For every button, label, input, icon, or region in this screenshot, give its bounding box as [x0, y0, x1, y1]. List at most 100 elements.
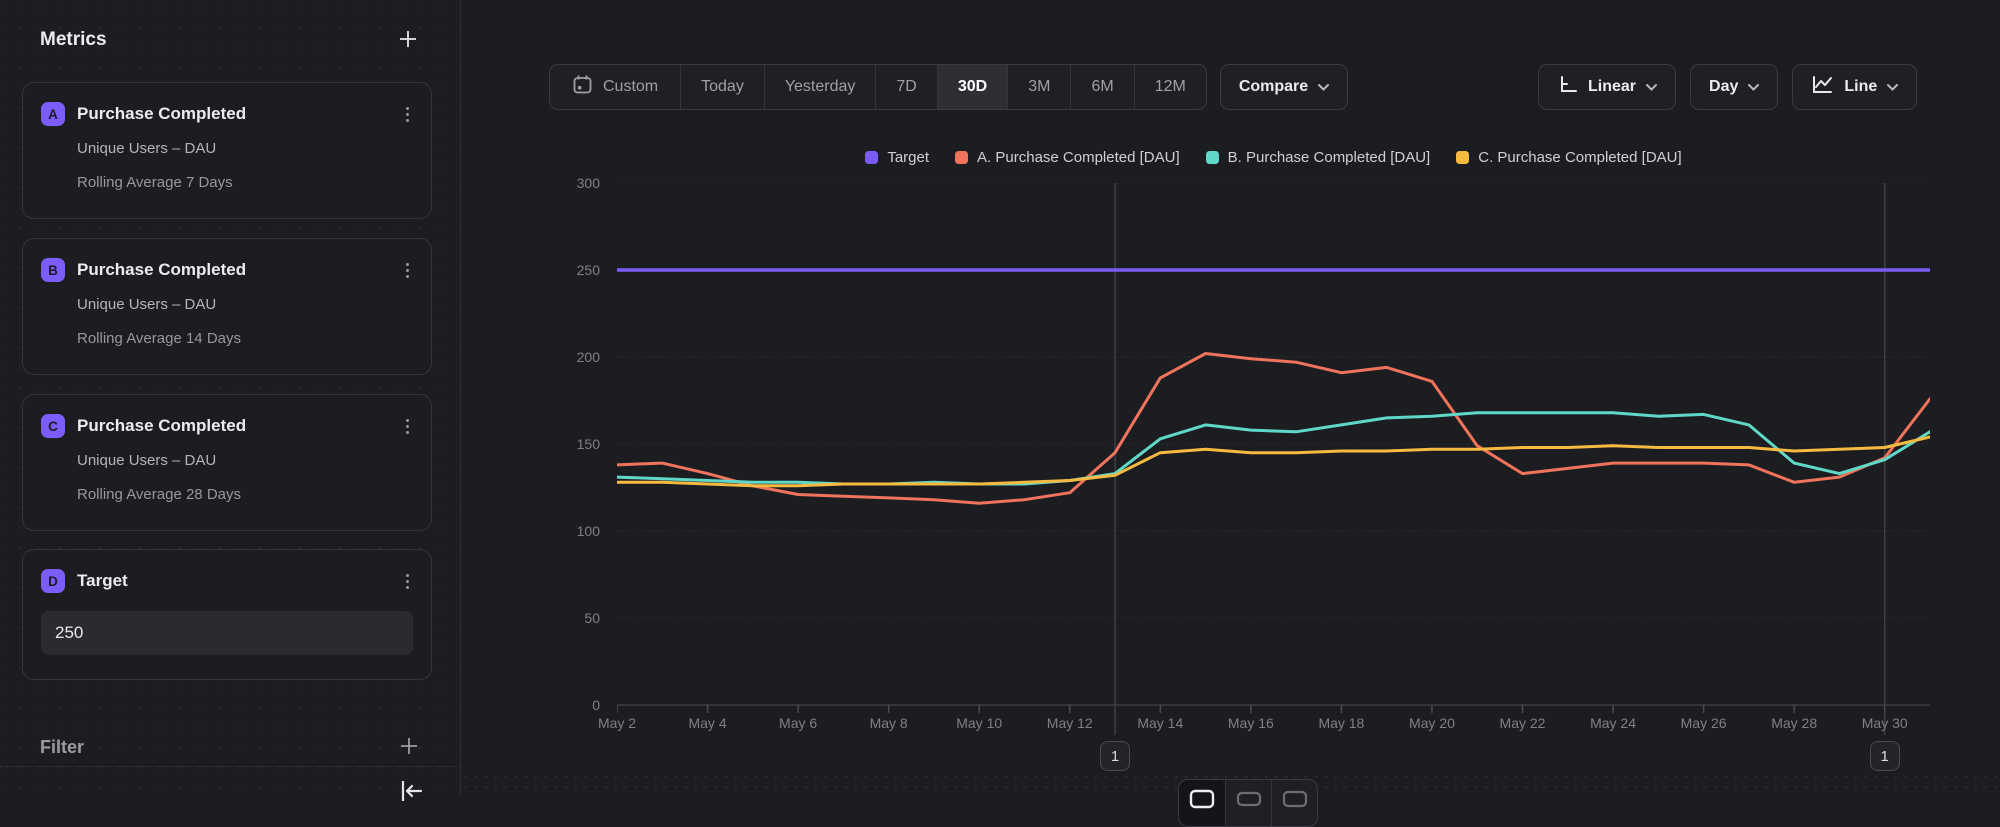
annotation-badge[interactable]: 1	[1100, 741, 1130, 771]
metric-card-rolling: Rolling Average 28 Days	[77, 486, 413, 503]
date-tab-today[interactable]: Today	[680, 65, 764, 109]
legend-item-1[interactable]: A. Purchase Completed [DAU]	[955, 146, 1180, 168]
chevron-down-icon	[1748, 78, 1759, 96]
chart-controls: Linear Day Line	[1538, 64, 1917, 110]
y-axis-label-200: 200	[530, 347, 600, 367]
metric-card-a[interactable]: APurchase CompletedUnique Users – DAURol…	[22, 82, 432, 219]
date-range-toolbar: Custom Today Yesterday 7D 30D 3M 6M 12M Compare	[549, 64, 1348, 110]
small-chart-icon	[1282, 789, 1308, 812]
date-tab-label: 12M	[1155, 78, 1186, 96]
date-tab-label: 7D	[896, 78, 916, 96]
series-line-1	[617, 354, 1930, 504]
chevron-down-icon	[1318, 78, 1329, 96]
annotation-badge[interactable]: 1	[1870, 741, 1900, 771]
legend-item-0[interactable]: Target	[865, 146, 929, 168]
legend-label: Target	[887, 149, 929, 166]
y-axis-label-250: 250	[530, 260, 600, 280]
y-axis-label-100: 100	[530, 521, 600, 541]
metrics-sidebar: Metrics A Purchase Completed Unique Users …	[0, 0, 461, 796]
add-metric-button[interactable]	[396, 27, 420, 54]
granularity-dropdown[interactable]: Day	[1690, 64, 1778, 110]
metric-card-b[interactable]: BPurchase CompletedUnique Users – DAURol…	[22, 238, 432, 375]
metric-card-c[interactable]: CPurchase CompletedUnique Users – DAURol…	[22, 394, 432, 531]
x-axis-label: May 14	[1115, 714, 1205, 732]
date-tab-3m[interactable]: 3M	[1007, 65, 1070, 109]
add-filter-button[interactable]	[398, 735, 420, 760]
legend-color-chip	[1206, 151, 1219, 164]
metrics-title: Metrics	[40, 29, 107, 51]
legend-label: B. Purchase Completed [DAU]	[1228, 149, 1431, 166]
chevron-down-icon	[1646, 78, 1657, 96]
medium-chart-icon	[1236, 789, 1262, 812]
plus-icon	[396, 27, 420, 54]
chart-size-control	[1178, 779, 1318, 827]
y-axis-label-300: 300	[530, 173, 600, 193]
date-tab-label: 6M	[1091, 78, 1113, 96]
target-value-input[interactable]	[41, 611, 413, 655]
date-tab-label: Today	[701, 78, 744, 96]
collapse-sidebar-button[interactable]	[398, 778, 424, 807]
linear-axis-icon	[1557, 74, 1578, 100]
x-axis-label: May 22	[1478, 714, 1568, 732]
series-badge-b: B	[41, 258, 65, 282]
compare-button[interactable]: Compare	[1220, 64, 1348, 110]
date-tab-30d[interactable]: 30D	[937, 65, 1007, 109]
x-axis-label: May 24	[1568, 714, 1658, 732]
metrics-header: Metrics	[40, 24, 420, 56]
metric-card-title: Purchase Completed	[77, 104, 402, 124]
x-axis-label: May 28	[1749, 714, 1839, 732]
date-tab-yesterday[interactable]: Yesterday	[764, 65, 876, 109]
x-axis-label: May 30	[1840, 714, 1930, 732]
x-axis-label: May 4	[663, 714, 753, 732]
x-axis-label: May 26	[1659, 714, 1749, 732]
large-chart-icon	[1189, 789, 1215, 812]
x-axis-label: May 6	[753, 714, 843, 732]
line-chart-canvas	[617, 183, 1930, 745]
y-axis-label-50: 50	[530, 608, 600, 628]
scale-label: Linear	[1588, 78, 1636, 96]
kebab-menu-icon[interactable]	[402, 570, 413, 593]
legend-color-chip	[1456, 151, 1469, 164]
x-axis-label: May 8	[844, 714, 934, 732]
date-tab-12m[interactable]: 12M	[1134, 65, 1206, 109]
chart-size-small-button[interactable]	[1271, 780, 1317, 826]
date-tab-6m[interactable]: 6M	[1070, 65, 1133, 109]
plus-icon	[398, 735, 420, 760]
series-badge-d: D	[41, 569, 65, 593]
chevron-down-icon	[1887, 78, 1898, 96]
filter-title: Filter	[40, 737, 84, 758]
legend-item-2[interactable]: B. Purchase Completed [DAU]	[1206, 146, 1431, 168]
y-axis-label-150: 150	[530, 434, 600, 454]
kebab-menu-icon[interactable]	[402, 259, 413, 282]
filter-section: Filter	[40, 733, 420, 761]
metric-card-rolling: Rolling Average 14 Days	[77, 330, 413, 347]
date-tab-custom[interactable]: Custom	[550, 65, 680, 109]
date-range-tab-group: Custom Today Yesterday 7D 30D 3M 6M 12M	[549, 64, 1207, 110]
date-tab-7d[interactable]: 7D	[875, 65, 936, 109]
calendar-icon	[572, 74, 593, 100]
legend-color-chip	[955, 151, 968, 164]
date-tab-label: 3M	[1028, 78, 1050, 96]
granularity-label: Day	[1709, 78, 1738, 96]
series-badge-a: A	[41, 102, 65, 126]
chart-size-large-button[interactable]	[1179, 780, 1225, 826]
target-card-title: Target	[77, 571, 402, 591]
chart-type-label: Line	[1844, 78, 1877, 96]
metric-card-measure: Unique Users – DAU	[77, 452, 413, 469]
line-chart-icon	[1811, 74, 1834, 100]
chart-size-medium-button[interactable]	[1225, 780, 1271, 826]
kebab-menu-icon[interactable]	[402, 103, 413, 126]
chart-type-dropdown[interactable]: Line	[1792, 64, 1917, 110]
legend-color-chip	[865, 151, 878, 164]
y-axis-label-0: 0	[530, 695, 600, 715]
scale-dropdown[interactable]: Linear	[1538, 64, 1676, 110]
kebab-menu-icon[interactable]	[402, 415, 413, 438]
legend-label: A. Purchase Completed [DAU]	[977, 149, 1180, 166]
legend-item-3[interactable]: C. Purchase Completed [DAU]	[1456, 146, 1681, 168]
x-axis-label: May 20	[1387, 714, 1477, 732]
metric-card-title: Purchase Completed	[77, 260, 402, 280]
x-axis-label: May 12	[1025, 714, 1115, 732]
date-tab-label: Custom	[603, 78, 658, 96]
collapse-panel-icon	[398, 778, 424, 807]
chart-legend: Target A. Purchase Completed [DAU] B. Purc…	[617, 146, 1930, 168]
